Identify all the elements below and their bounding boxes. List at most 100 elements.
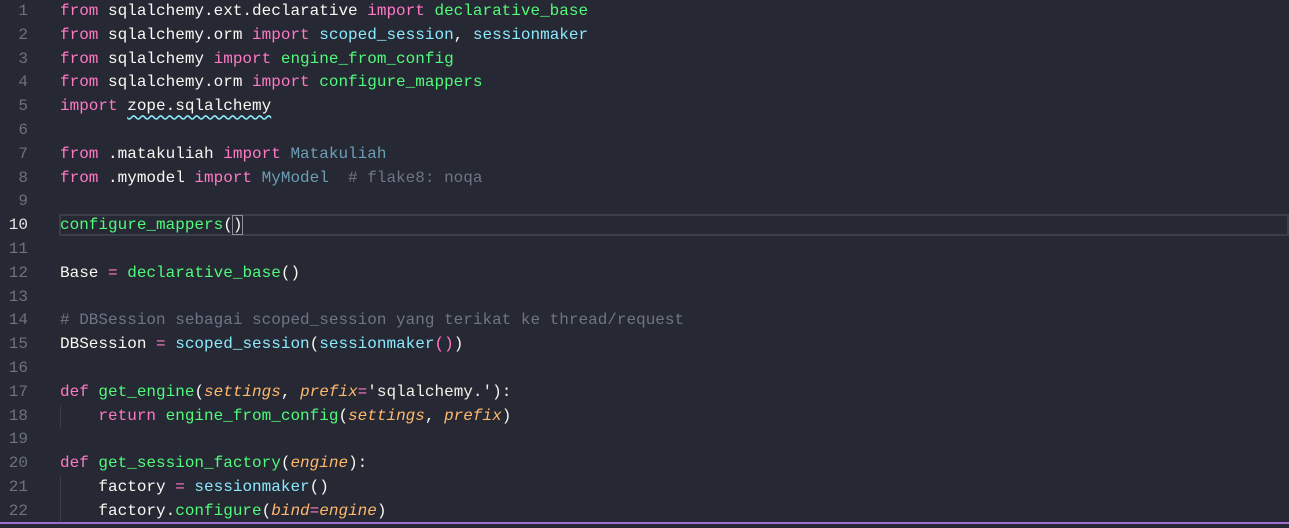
token-pa: prefix	[300, 382, 358, 401]
code-text: # DBSession sebagai scoped_session yang …	[60, 309, 684, 333]
token-cy: scoped_session	[309, 25, 454, 44]
code-line[interactable]: 12 Base = declarative_base()	[0, 262, 1289, 286]
line-number: 20	[8, 454, 28, 473]
token-tx: ()	[309, 478, 329, 496]
token-tx: (	[309, 335, 320, 354]
token-cls: MyModel	[252, 168, 329, 187]
line-number: 7	[18, 144, 28, 163]
code-text: Base = declarative_base()	[60, 262, 300, 286]
token-kw: from	[60, 73, 99, 92]
code-line[interactable]: 8 from .mymodel import MyModel # flake8: …	[0, 167, 1289, 191]
line-number: 18	[8, 406, 28, 425]
panel-divider	[0, 522, 1289, 528]
code-line[interactable]: 3 from sqlalchemy import engine_from_conf…	[0, 48, 1289, 72]
token-fn: engine_from_config	[271, 49, 454, 68]
code-text: from .matakuliah import Matakuliah	[60, 143, 386, 167]
code-text: from sqlalchemy.orm import scoped_sessio…	[60, 24, 588, 48]
line-number: 1	[18, 2, 28, 20]
token-tx: factory	[60, 478, 176, 496]
token-tx: (	[223, 216, 233, 235]
token-tx: sqlalchemy	[98, 49, 214, 68]
line-number: 3	[18, 49, 28, 68]
code-line[interactable]: 20 def get_session_factory(engine):	[0, 452, 1289, 476]
token-cls: Matakuliah	[280, 144, 387, 163]
code-editor[interactable]: 1 from sqlalchemy.ext.declarative import …	[0, 0, 1289, 524]
code-line[interactable]: 13	[0, 286, 1289, 310]
token-pa: settings	[204, 382, 281, 401]
code-line[interactable]: 17 def get_engine(settings, prefix='sqlal…	[0, 381, 1289, 405]
code-line[interactable]: 11	[0, 238, 1289, 262]
line-number: 12	[8, 263, 28, 282]
line-number: 16	[8, 359, 28, 377]
token-op: =	[175, 478, 185, 496]
token-kw: import	[367, 2, 425, 20]
code-text: DBSession = scoped_session(sessionmaker(…	[60, 333, 463, 357]
token-tx: .matakuliah	[98, 144, 224, 163]
current-line-highlight	[59, 214, 1289, 237]
token-st: 'sqlalchemy.'	[367, 382, 493, 401]
token-cy: sessionmaker	[184, 478, 310, 496]
code-line[interactable]: 9	[0, 190, 1289, 214]
code-line[interactable]: 22 factory.configure(bind=engine)	[0, 499, 1289, 524]
code-text: def get_engine(settings, prefix='sqlalch…	[60, 381, 511, 405]
code-text: configure_mappers()	[60, 214, 244, 238]
token-fn: get_engine	[88, 382, 195, 401]
token-pa: engine	[290, 454, 349, 473]
code-line[interactable]: 1 from sqlalchemy.ext.declarative import …	[0, 0, 1289, 24]
line-number: 2	[18, 25, 28, 44]
token-kw: from	[60, 2, 99, 20]
line-number: 19	[8, 430, 28, 449]
token-tx: ,	[280, 382, 301, 401]
token-pa: settings	[348, 406, 425, 425]
token-cy: scoped_session	[165, 335, 310, 354]
token-tx: (	[261, 501, 272, 520]
code-line[interactable]: 7 from .matakuliah import Matakuliah	[0, 143, 1289, 167]
line-number: 4	[18, 73, 28, 92]
token-kw: from	[60, 168, 99, 187]
token-fn: declarative_base	[117, 263, 281, 282]
line-number: 22	[8, 501, 28, 520]
code-line[interactable]: 15 DBSession = scoped_session(sessionmake…	[0, 333, 1289, 357]
token-cm: # DBSession sebagai scoped_session yang …	[60, 311, 685, 330]
code-line[interactable]: 16	[0, 357, 1289, 381]
code-line[interactable]: 21 factory = sessionmaker()	[0, 476, 1289, 500]
code-text: from sqlalchemy.ext.declarative import d…	[60, 0, 588, 24]
token-pa: bind	[271, 501, 310, 520]
code-text: factory.configure(bind=engine)	[60, 500, 386, 524]
line-number: 14	[8, 311, 28, 330]
token-fn: configure_mappers	[60, 216, 224, 235]
code-line[interactable]: 18 return engine_from_config(settings, p…	[0, 404, 1289, 429]
token-tx: Base	[60, 263, 109, 282]
token-tx: )	[453, 335, 464, 354]
code-line[interactable]: 10 configure_mappers()	[0, 214, 1289, 238]
token-tx: factory.	[60, 501, 176, 520]
token-cy: sessionmaker	[472, 25, 589, 44]
token-tx: (	[280, 454, 291, 473]
token-tx: (	[338, 406, 349, 425]
code-line[interactable]: 6	[0, 119, 1289, 143]
line-number: 21	[8, 478, 28, 496]
token-op: =	[309, 501, 320, 520]
token-kw: from	[60, 49, 99, 68]
token-tx: .mymodel	[98, 168, 195, 187]
token-tx	[60, 407, 98, 425]
token-tx: )	[376, 501, 387, 520]
code-line[interactable]: 19	[0, 428, 1289, 452]
token-wavy: zope.sqlalchemy	[127, 97, 272, 116]
token-fn: engine_from_config	[156, 406, 339, 425]
code-line[interactable]: 2 from sqlalchemy.orm import scoped_sessi…	[0, 24, 1289, 48]
line-number: 8	[18, 168, 28, 187]
code-line[interactable]: 4 from sqlalchemy.orm import configure_ma…	[0, 71, 1289, 95]
token-cy: sessionmaker	[319, 335, 435, 354]
token-cm: # flake8: noqa	[328, 168, 483, 187]
token-kw: from	[60, 25, 99, 44]
line-number: 6	[18, 121, 28, 139]
code-text: return engine_from_config(settings, pref…	[60, 405, 511, 429]
token-tx: sqlalchemy.orm	[98, 73, 253, 92]
token-fn: configure	[175, 501, 262, 520]
token-op: =	[108, 263, 118, 282]
code-line[interactable]: 5 import zope.sqlalchemy	[0, 95, 1289, 119]
code-text: from sqlalchemy.orm import configure_map…	[60, 71, 482, 95]
code-line[interactable]: 14 # DBSession sebagai scoped_session yan…	[0, 309, 1289, 333]
token-kw: def	[60, 382, 89, 401]
